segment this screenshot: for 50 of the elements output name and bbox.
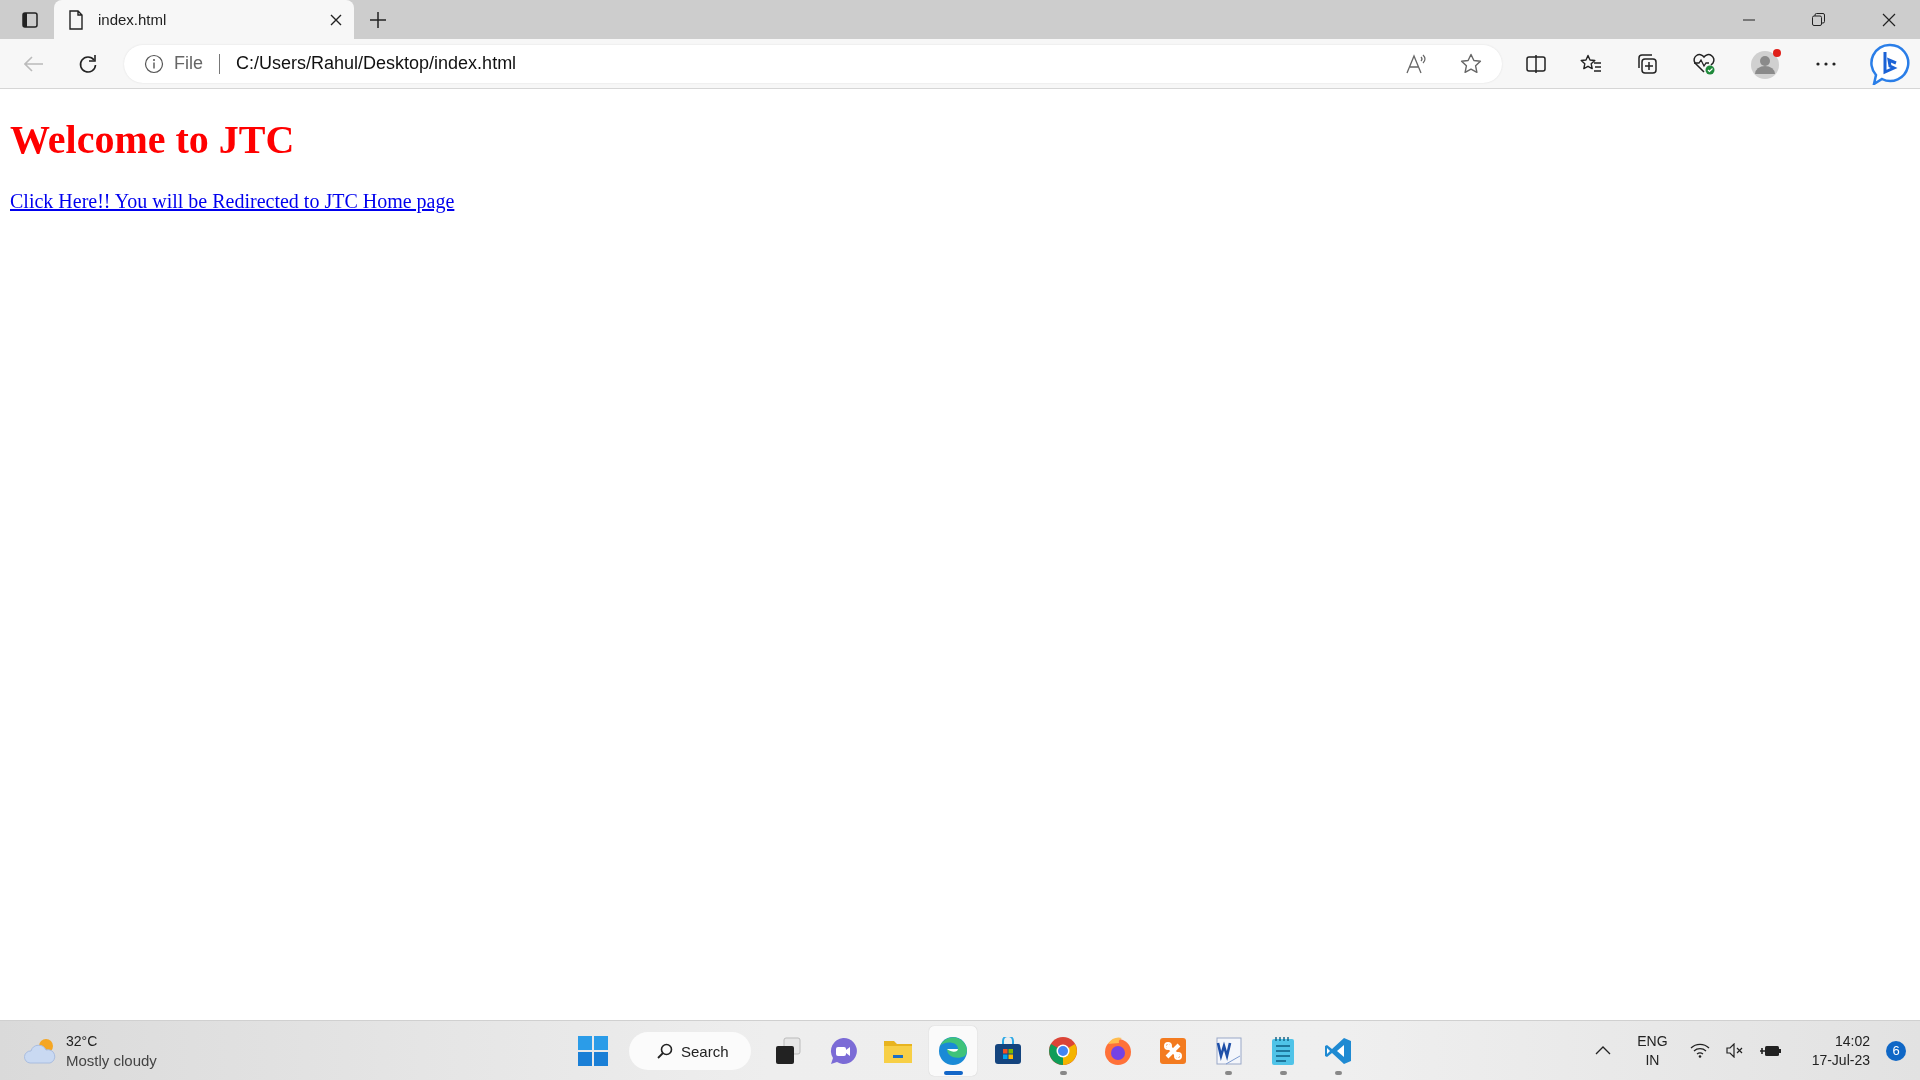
- refresh-icon[interactable]: [78, 53, 98, 74]
- collections-icon[interactable]: [1636, 52, 1658, 75]
- star-icon[interactable]: [1460, 52, 1482, 75]
- language-text[interactable]: ENG: [1637, 1031, 1668, 1051]
- speaker-muted-icon[interactable]: [1725, 1043, 1744, 1058]
- profile-avatar-icon[interactable]: [1750, 47, 1782, 80]
- input-region-text[interactable]: IN: [1645, 1050, 1660, 1070]
- wave-logo-icon: [938, 1036, 968, 1066]
- start-menu-icon[interactable]: [578, 1036, 608, 1066]
- chevron-up-icon[interactable]: [1595, 1046, 1612, 1055]
- cross-bones-logo-icon: [1159, 1037, 1187, 1065]
- round-browser-logo-icon: [1048, 1036, 1078, 1066]
- favorites-icon[interactable]: [1580, 53, 1602, 74]
- chat-bubble-logo-icon[interactable]: [1870, 42, 1910, 85]
- fox-logo-icon: [1103, 1036, 1133, 1066]
- taskbar-search-field[interactable]: Search: [629, 1032, 751, 1070]
- url-text: C:/Users/Rahul/Desktop/index.html: [236, 53, 517, 74]
- battery-charging-icon[interactable]: [1759, 1043, 1782, 1058]
- cloud-sun-icon: [24, 1036, 58, 1065]
- weather-condition-text: Mostly cloudy: [66, 1050, 157, 1070]
- search-icon: [657, 1043, 673, 1059]
- split-screen-icon[interactable]: [1526, 54, 1546, 73]
- new-tab-icon[interactable]: [370, 11, 386, 28]
- info-icon: [144, 53, 164, 74]
- browser-tab[interactable]: index.html: [54, 0, 354, 39]
- folder-icon: [883, 1038, 913, 1064]
- tab-title: index.html: [98, 11, 168, 28]
- temperature-text: 32°C: [66, 1031, 99, 1051]
- video-chat-icon: [829, 1037, 857, 1065]
- document-w-logo-icon: [1214, 1037, 1242, 1065]
- wifi-icon[interactable]: [1689, 1043, 1710, 1058]
- notification-badge[interactable]: 6: [1886, 1040, 1906, 1061]
- close-icon[interactable]: [1882, 12, 1896, 27]
- minimize-icon[interactable]: [1743, 18, 1755, 21]
- task-view-icon: [774, 1037, 802, 1065]
- clock-date[interactable]: 17-Jul-23: [1811, 1050, 1870, 1070]
- address-bar[interactable]: File C:/Users/Rahul/Desktop/index.html: [124, 44, 1502, 83]
- shopping-bag-icon: [994, 1037, 1022, 1065]
- clock-time[interactable]: 14:02: [1834, 1031, 1870, 1051]
- notepad-icon: [1271, 1036, 1295, 1066]
- close-tab-icon[interactable]: [330, 13, 342, 26]
- redirect-link[interactable]: Click Here!! You will be Redirected to JTC Home page: [10, 190, 455, 212]
- restore-icon[interactable]: [1812, 13, 1825, 26]
- file-scheme-label: File: [174, 53, 203, 74]
- code-editor-logo-icon: [1324, 1037, 1352, 1065]
- read-aloud-icon[interactable]: [1406, 53, 1428, 74]
- document-icon: [68, 9, 84, 30]
- health-check-icon[interactable]: [1692, 52, 1716, 75]
- more-options-icon[interactable]: [1816, 61, 1836, 66]
- page-heading: Welcome to JTC: [10, 116, 296, 163]
